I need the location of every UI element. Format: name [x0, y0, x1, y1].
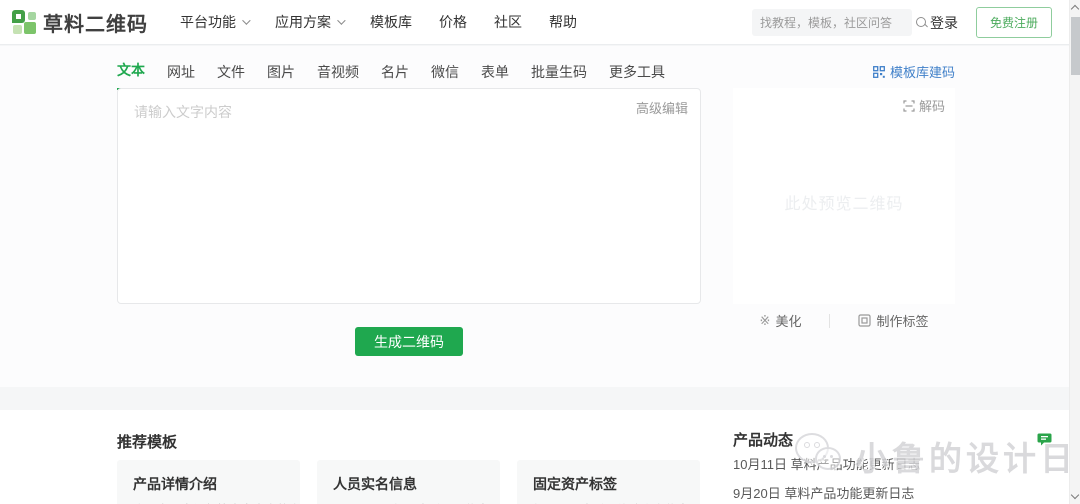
search-input[interactable] [759, 15, 915, 30]
template-library-build-link[interactable]: 模板库建码 [873, 62, 955, 81]
qr-preview-placeholder: 此处预览二维码 [784, 196, 904, 213]
navbar: 草料二维码 平台功能 应用方案 模板库 价格 社区 帮助 登录 免费注册 [0, 0, 1080, 45]
advanced-edit-link[interactable]: 高级编辑 [635, 98, 688, 117]
template-cards: 产品详情介绍 含图文、音视频等丰富内容的产品介绍 人员实名信息 一人一码，扫码查… [117, 460, 717, 504]
free-register-button[interactable]: 免费注册 [975, 7, 1052, 38]
nav-item-pricing[interactable]: 价格 [439, 12, 467, 32]
generator-tabs: 文本 网址 文件 图片 音视频 名片 微信 表单 批量生码 更多工具 [117, 60, 687, 90]
magnifier-icon[interactable] [915, 16, 928, 29]
generator-section: 文本 网址 文件 图片 音视频 名片 微信 表单 批量生码 更多工具 模板库建码… [0, 46, 1080, 387]
page: 草料二维码 平台功能 应用方案 模板库 价格 社区 帮助 登录 免费注册 文本 … [0, 0, 1080, 504]
tab-file[interactable]: 文件 [217, 62, 245, 90]
chevron-down-icon [242, 16, 251, 25]
recommended-templates-title: 推荐模板 [117, 434, 178, 451]
nav-item-help[interactable]: 帮助 [549, 12, 577, 32]
beautify-button[interactable]: ※ 美化 [760, 311, 802, 330]
decode-scan-icon [903, 99, 915, 112]
make-label-button[interactable]: 制作标签 [858, 311, 928, 330]
bottom-section: 推荐模板 产品详情介绍 含图文、音视频等丰富内容的产品介绍 人员实名信息 一人一… [0, 410, 1080, 504]
template-card-personnel-info[interactable]: 人员实名信息 一人一码，扫码查看员工信息 [317, 460, 500, 504]
qr-actions: ※ 美化 制作标签 [733, 311, 955, 330]
tab-wechat[interactable]: 微信 [431, 62, 459, 90]
feedback-message-icon[interactable] [1037, 432, 1054, 453]
qr-content-textarea[interactable] [118, 89, 700, 303]
login-link[interactable]: 登录 [930, 13, 958, 33]
sparkle-icon: ※ [759, 312, 771, 328]
nav-item-solutions[interactable]: 应用方案 [275, 12, 346, 32]
navbar-right: 登录 免费注册 [751, 0, 1052, 45]
decode-link[interactable]: 解码 [903, 96, 945, 115]
scrollbar-thumb[interactable] [1071, 17, 1080, 75]
generate-qr-button[interactable]: 生成二维码 [355, 327, 463, 356]
product-updates-list: 10月11日 草料产品功能更新日志 9月20日 草料产品功能更新日志 [733, 454, 1033, 504]
chevron-down-icon [337, 16, 346, 25]
brand-name: 草料二维码 [43, 13, 148, 36]
tab-business-card[interactable]: 名片 [381, 62, 409, 90]
card-title: 固定资产标签 [533, 476, 617, 492]
qr-preview-panel: 解码 此处预览二维码 [733, 88, 955, 304]
label-icon [858, 314, 872, 327]
update-item[interactable]: 10月11日 草料产品功能更新日志 [733, 454, 1033, 473]
tab-image[interactable]: 图片 [267, 62, 295, 90]
tab-text[interactable]: 文本 [117, 60, 145, 90]
tab-batch-codes[interactable]: 批量生码 [531, 62, 587, 90]
tab-form[interactable]: 表单 [481, 62, 509, 90]
nav-menu: 平台功能 应用方案 模板库 价格 社区 帮助 [180, 12, 604, 32]
template-card-product-detail[interactable]: 产品详情介绍 含图文、音视频等丰富内容的产品介绍 [117, 460, 337, 504]
update-item[interactable]: 9月20日 草料产品功能更新日志 [733, 483, 1033, 502]
search-box [751, 9, 926, 36]
nav-item-template-library[interactable]: 模板库 [370, 12, 412, 32]
scroll-up-arrow-icon[interactable] [1070, 4, 1080, 14]
qr-grid-icon [873, 65, 885, 78]
qr-logo-icon [12, 10, 36, 34]
nav-item-community[interactable]: 社区 [494, 12, 522, 32]
nav-item-platform-features[interactable]: 平台功能 [180, 12, 251, 32]
tab-audio-video[interactable]: 音视频 [317, 62, 359, 90]
template-card-fixed-asset[interactable]: 固定资产标签 扫码即可查看、修改资产信息 [517, 460, 700, 504]
text-input-panel: 高级编辑 [117, 88, 701, 304]
product-updates-title: 产品动态 [733, 432, 794, 449]
tab-url[interactable]: 网址 [167, 62, 195, 90]
vertical-scrollbar[interactable] [1069, 0, 1080, 504]
tab-more-tools[interactable]: 更多工具 [609, 62, 665, 90]
card-title: 产品详情介绍 [133, 476, 217, 492]
divider [829, 313, 831, 328]
card-title: 人员实名信息 [333, 476, 417, 492]
brand-logo[interactable]: 草料二维码 [12, 8, 148, 37]
scroll-down-arrow-icon[interactable] [1070, 490, 1080, 500]
